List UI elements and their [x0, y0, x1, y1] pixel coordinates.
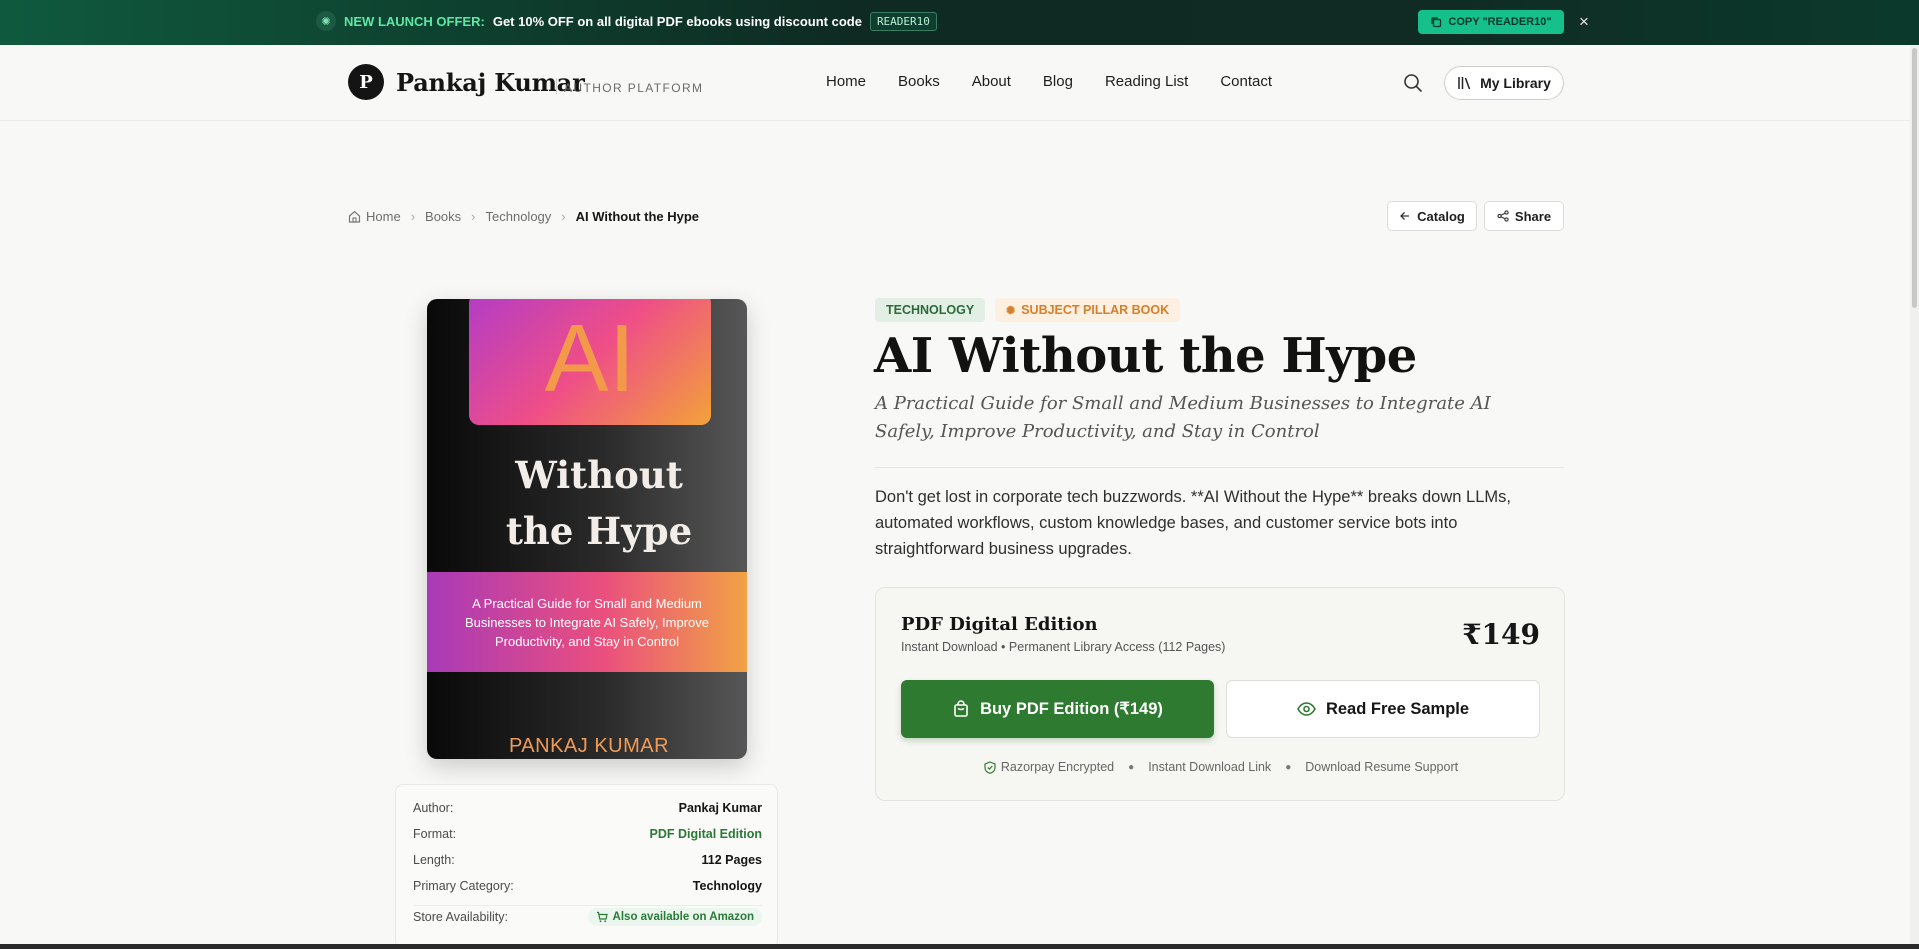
detail-value: Technology — [692, 879, 762, 893]
trust-label: Razorpay Encrypted — [1000, 760, 1115, 774]
cover-title: Without the Hype — [505, 453, 693, 553]
trust-item: Razorpay Encrypted — [984, 760, 1114, 774]
divider — [413, 905, 762, 906]
eye-icon — [1297, 702, 1316, 716]
copy-code-button[interactable]: COPY "READER10" — [1418, 10, 1564, 34]
detail-key: Primary Category: — [413, 879, 514, 893]
nav-reading-list[interactable]: Reading List — [1105, 73, 1188, 90]
cover-author: PANKAJ KUMAR — [508, 735, 670, 757]
chevron-right-icon: › — [561, 209, 566, 224]
home-icon — [348, 210, 361, 223]
bag-icon — [954, 700, 968, 717]
edition-meta: Instant Download • Permanent Library Acc… — [901, 640, 1226, 654]
arrow-left-icon — [1400, 212, 1410, 220]
detail-value: 112 Pages — [701, 853, 762, 867]
nav-books[interactable]: Books — [898, 73, 940, 90]
buy-pdf-button[interactable]: Buy PDF Edition (₹149) — [901, 680, 1214, 738]
detail-row-store: Store Availability: Also available on Am… — [413, 908, 762, 926]
book-details-card: Author: Pankaj Kumar Format: PDF Digital… — [395, 784, 778, 949]
share-label: Share — [1514, 208, 1552, 224]
breadcrumb-current: AI Without the Hype — [575, 209, 700, 224]
separator-dot: ● — [1128, 761, 1135, 773]
book-cover[interactable]: AI Without the Hype A Practical Guide fo… — [427, 299, 747, 759]
cover-subtitle-band: A Practical Guide for Small and Medium B… — [427, 572, 747, 672]
my-library-button[interactable]: My Library — [1444, 66, 1564, 100]
share-icon — [1497, 210, 1509, 222]
catalog-button[interactable]: Catalog — [1387, 201, 1477, 231]
share-button[interactable]: Share — [1484, 201, 1564, 231]
my-library-label: My Library — [1480, 75, 1551, 91]
discount-code: READER10 — [869, 11, 937, 31]
sparkle-icon: ✺ — [1006, 304, 1016, 317]
catalog-label: Catalog — [1417, 208, 1465, 224]
chevron-right-icon: › — [471, 209, 476, 224]
separator-dot: ● — [1285, 761, 1292, 773]
breadcrumb-books[interactable]: Books — [425, 209, 461, 224]
sample-label: Read Free Sample — [1325, 699, 1470, 718]
close-icon[interactable]: × — [1576, 10, 1592, 34]
promo-banner: ✺ NEW LAUNCH OFFER: Get 10% OFF on all d… — [0, 0, 1919, 45]
promo-highlight: NEW LAUNCH OFFER: — [344, 13, 485, 29]
amazon-link[interactable]: Also available on Amazon — [587, 908, 762, 926]
site-header: P Pankaj Kumar AUTHOR PLATFORM Home Book… — [0, 45, 1919, 121]
pillar-tag: ✺ SUBJECT PILLAR BOOK — [995, 298, 1181, 322]
divider — [875, 467, 1564, 468]
read-sample-button[interactable]: Read Free Sample — [1226, 680, 1540, 738]
detail-row-author: Author: Pankaj Kumar — [413, 801, 762, 815]
promo-content: ✺ NEW LAUNCH OFFER: Get 10% OFF on all d… — [316, 11, 937, 31]
copy-icon — [1431, 17, 1442, 28]
buy-label: Buy PDF Edition (₹149) — [980, 700, 1163, 718]
main-nav: Home Books About Blog Reading List Conta… — [826, 73, 1272, 90]
detail-key: Format: — [413, 827, 457, 841]
scrollbar-thumb[interactable] — [1912, 48, 1917, 308]
breadcrumb-home[interactable]: Home — [366, 209, 401, 224]
trust-label: Download Resume Support — [1305, 760, 1459, 774]
trust-label: Instant Download Link — [1148, 760, 1272, 774]
detail-key: Length: — [413, 853, 455, 867]
logo[interactable]: P — [348, 64, 384, 100]
book-subtitle: A Practical Guide for Small and Medium B… — [875, 393, 1491, 442]
detail-value: PDF Digital Edition — [649, 827, 763, 841]
pillar-label: SUBJECT PILLAR BOOK — [1021, 303, 1170, 317]
chevron-right-icon: › — [410, 209, 416, 224]
detail-key: Store Availability: — [413, 910, 508, 924]
copy-code-label: COPY "READER10" — [1448, 16, 1552, 28]
breadcrumb: Home › Books › Technology › AI Without t… — [348, 209, 699, 224]
promo-text: Get 10% OFF on all digital PDF ebooks us… — [492, 13, 862, 29]
purchase-box: PDF Digital Edition Instant Download • P… — [875, 587, 1565, 801]
trust-badges: Razorpay Encrypted ● Instant Download Li… — [876, 760, 1566, 774]
library-icon — [1458, 77, 1471, 90]
detail-row-length: Length: 112 Pages — [413, 853, 762, 867]
nav-blog[interactable]: Blog — [1043, 73, 1073, 90]
brand-subtitle: AUTHOR PLATFORM — [564, 81, 704, 95]
book-title: AI Without the Hype — [874, 328, 1417, 384]
nav-home[interactable]: Home — [826, 73, 866, 90]
edition-title: PDF Digital Edition — [901, 614, 1098, 635]
nav-contact[interactable]: Contact — [1220, 73, 1272, 90]
category-tag[interactable]: TECHNOLOGY — [875, 298, 986, 322]
breadcrumb-technology[interactable]: Technology — [486, 209, 552, 224]
detail-key: Author: — [413, 801, 454, 815]
book-description: Don't get lost in corporate tech buzzwor… — [875, 488, 1511, 558]
brand-divider — [556, 78, 557, 94]
price: ₹149 — [1462, 618, 1540, 651]
amazon-label: Also available on Amazon — [612, 911, 754, 923]
bottom-edge — [0, 944, 1919, 949]
cart-icon — [596, 911, 608, 923]
cover-ai-block: AI — [469, 299, 711, 425]
detail-row-category: Primary Category: Technology — [413, 879, 762, 893]
shield-check-icon — [984, 760, 996, 774]
search-icon[interactable] — [1402, 72, 1424, 94]
detail-row-format: Format: PDF Digital Edition — [413, 827, 762, 841]
sparkle-icon: ✺ — [316, 11, 336, 31]
nav-about[interactable]: About — [972, 73, 1011, 90]
detail-value: Pankaj Kumar — [678, 801, 762, 815]
